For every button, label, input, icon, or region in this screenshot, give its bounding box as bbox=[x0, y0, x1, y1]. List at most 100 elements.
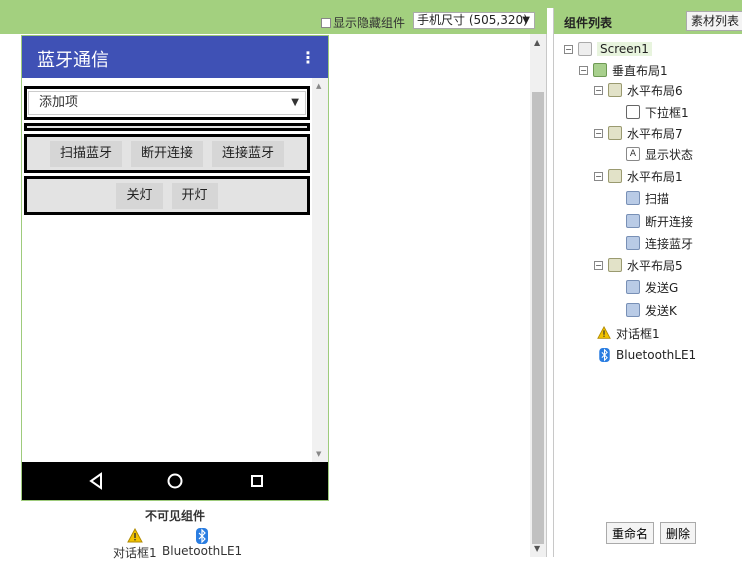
button-icon bbox=[626, 236, 640, 250]
phone-scrollbar[interactable]: ▲ ▼ bbox=[312, 78, 328, 462]
tree-item-disconnect[interactable]: 断开连接 bbox=[626, 212, 693, 230]
app-title-bar: 蓝牙通信 ⋮ bbox=[22, 36, 328, 78]
bluetooth-icon bbox=[196, 528, 209, 544]
viewer-header: 显示隐藏组件 手机尺寸 (505,320) ▼ bbox=[0, 8, 547, 34]
bluetooth-icon bbox=[599, 348, 610, 362]
tree-item-connect[interactable]: 连接蓝牙 bbox=[626, 234, 693, 252]
tree-item-label: 水平布局7 bbox=[627, 126, 683, 141]
tree-item-horizontal-layout-7[interactable]: − 水平布局7 bbox=[594, 124, 683, 142]
horizontal-layout-1[interactable]: 扫描蓝牙 断开连接 连接蓝牙 bbox=[24, 134, 310, 173]
warning-icon bbox=[126, 528, 143, 543]
warning-icon bbox=[597, 326, 611, 339]
invisible-item-label: 对话框1 bbox=[113, 546, 157, 560]
button-icon bbox=[626, 303, 640, 317]
components-title: 组件列表 bbox=[564, 16, 613, 30]
phone-preview: 蓝牙通信 ⋮ 添加项 ▼ 扫描蓝牙 断开连接 连接蓝牙 关灯 开灯 ▲ ▼ bbox=[21, 35, 329, 501]
tree-item-status-label[interactable]: A 显示状态 bbox=[626, 145, 693, 163]
collapse-icon[interactable]: − bbox=[594, 128, 603, 138]
collapse-icon[interactable]: − bbox=[594, 260, 603, 270]
tree-item-label: 断开连接 bbox=[645, 214, 694, 229]
horizontal-layout-5[interactable]: 关灯 开灯 bbox=[24, 176, 310, 215]
tree-item-label: 显示状态 bbox=[645, 147, 694, 162]
tree-item-send-g[interactable]: 发送G bbox=[626, 278, 678, 296]
tree-item-send-k[interactable]: 发送K bbox=[626, 301, 677, 319]
tree-item-label: 发送K bbox=[645, 303, 677, 318]
tree-item-dropdown-1[interactable]: 下拉框1 bbox=[626, 103, 689, 121]
rename-button[interactable]: 重命名 bbox=[606, 522, 655, 544]
horizontal-layout-6[interactable]: 添加项 ▼ bbox=[24, 86, 310, 120]
button-icon bbox=[626, 191, 640, 205]
horizontal-layout-icon bbox=[608, 126, 622, 140]
tree-item-horizontal-layout-6[interactable]: − 水平布局6 bbox=[594, 81, 683, 99]
viewer-scroll-thumb[interactable] bbox=[532, 92, 544, 544]
components-panel: 组件列表 素材列表 − Screen1 − 垂直布局1 − 水平布局6 下拉框1… bbox=[553, 8, 742, 557]
light-off-button[interactable]: 关灯 bbox=[116, 182, 163, 209]
phone-size-select[interactable]: 手机尺寸 (505,320) ▼ bbox=[413, 12, 535, 29]
tree-item-label: 水平布局6 bbox=[627, 83, 683, 98]
tree-item-label: 下拉框1 bbox=[645, 105, 689, 120]
tree-item-horizontal-layout-5[interactable]: − 水平布局5 bbox=[594, 256, 683, 274]
show-hidden-components-toggle[interactable]: 显示隐藏组件 bbox=[321, 14, 405, 31]
tree-item-label: 对话框1 bbox=[616, 326, 660, 341]
button-icon bbox=[626, 214, 640, 228]
collapse-icon[interactable]: − bbox=[579, 65, 588, 75]
tree-item-label: BluetoothLE1 bbox=[616, 348, 697, 362]
back-icon[interactable] bbox=[86, 471, 106, 491]
scroll-up-icon[interactable]: ▲ bbox=[316, 82, 321, 90]
tree-item-label: 连接蓝牙 bbox=[645, 236, 694, 251]
invisible-components-label: 不可见组件 bbox=[145, 509, 206, 523]
horizontal-layout-7[interactable] bbox=[24, 123, 310, 131]
collapse-icon[interactable]: − bbox=[564, 44, 573, 54]
scroll-down-icon[interactable]: ▼ bbox=[534, 544, 540, 553]
tree-item-label: 水平布局1 bbox=[627, 169, 683, 184]
components-header: 组件列表 素材列表 bbox=[554, 8, 742, 34]
phone-size-value: 手机尺寸 (505,320) bbox=[417, 13, 528, 27]
scan-bluetooth-button[interactable]: 扫描蓝牙 bbox=[49, 140, 122, 167]
tree-item-label: Screen1 bbox=[597, 42, 652, 56]
invisible-item-bluetooth[interactable]: BluetoothLE1 bbox=[162, 528, 242, 558]
collapse-icon[interactable]: − bbox=[594, 171, 603, 181]
label-icon: A bbox=[626, 147, 640, 161]
dropdown-icon bbox=[626, 105, 640, 119]
assets-button[interactable]: 素材列表 bbox=[686, 11, 742, 31]
tree-item-label: 扫描 bbox=[645, 191, 670, 206]
collapse-icon[interactable]: − bbox=[594, 85, 603, 95]
invisible-item-label: BluetoothLE1 bbox=[162, 544, 243, 558]
android-nav-bar bbox=[22, 462, 328, 500]
overflow-menu-icon[interactable]: ⋮ bbox=[300, 48, 316, 67]
viewer-panel: 显示隐藏组件 手机尺寸 (505,320) ▼ ▲ ▼ 蓝牙通信 ⋮ 添加项 ▼ bbox=[0, 8, 547, 560]
connect-bluetooth-button[interactable]: 连接蓝牙 bbox=[212, 140, 285, 167]
tree-item-label: 垂直布局1 bbox=[612, 63, 668, 78]
tree-item-horizontal-layout-1[interactable]: − 水平布局1 bbox=[594, 167, 683, 185]
light-on-button[interactable]: 开灯 bbox=[171, 182, 218, 209]
recents-icon[interactable] bbox=[247, 471, 267, 491]
dropdown-value: 添加项 bbox=[39, 95, 79, 110]
screen-icon bbox=[578, 42, 592, 56]
home-icon[interactable] bbox=[165, 471, 185, 491]
dropdown-1[interactable]: 添加项 ▼ bbox=[28, 91, 306, 115]
show-hidden-label: 显示隐藏组件 bbox=[333, 16, 406, 30]
viewer-scrollbar[interactable]: ▲ ▼ bbox=[530, 34, 546, 557]
scroll-down-icon[interactable]: ▼ bbox=[316, 450, 321, 458]
vertical-layout-icon bbox=[593, 63, 607, 77]
delete-button[interactable]: 删除 bbox=[660, 522, 697, 544]
tree-item-vertical-layout-1[interactable]: − 垂直布局1 bbox=[579, 61, 668, 79]
disconnect-button[interactable]: 断开连接 bbox=[130, 140, 203, 167]
vertical-layout-1[interactable]: 添加项 ▼ 扫描蓝牙 断开连接 连接蓝牙 关灯 开灯 bbox=[22, 78, 328, 462]
horizontal-layout-icon bbox=[608, 258, 622, 272]
app-title: 蓝牙通信 bbox=[37, 50, 109, 71]
scroll-up-icon[interactable]: ▲ bbox=[534, 38, 540, 47]
top-bar bbox=[0, 0, 742, 8]
invisible-item-dialog[interactable]: 对话框1 bbox=[113, 528, 157, 561]
button-icon bbox=[626, 280, 640, 294]
tree-item-scan[interactable]: 扫描 bbox=[626, 189, 669, 207]
chevron-down-icon: ▼ bbox=[291, 97, 299, 108]
tree-item-label: 发送G bbox=[645, 280, 679, 295]
tree-item-bluetooth[interactable]: BluetoothLE1 bbox=[599, 346, 696, 364]
show-hidden-checkbox[interactable] bbox=[321, 17, 331, 28]
tree-item-screen1[interactable]: − Screen1 bbox=[564, 40, 652, 58]
tree-item-dialog[interactable]: 对话框1 bbox=[597, 324, 660, 342]
tree-item-label: 水平布局5 bbox=[627, 258, 683, 273]
horizontal-layout-icon bbox=[608, 83, 622, 97]
chevron-down-icon: ▼ bbox=[522, 15, 530, 26]
